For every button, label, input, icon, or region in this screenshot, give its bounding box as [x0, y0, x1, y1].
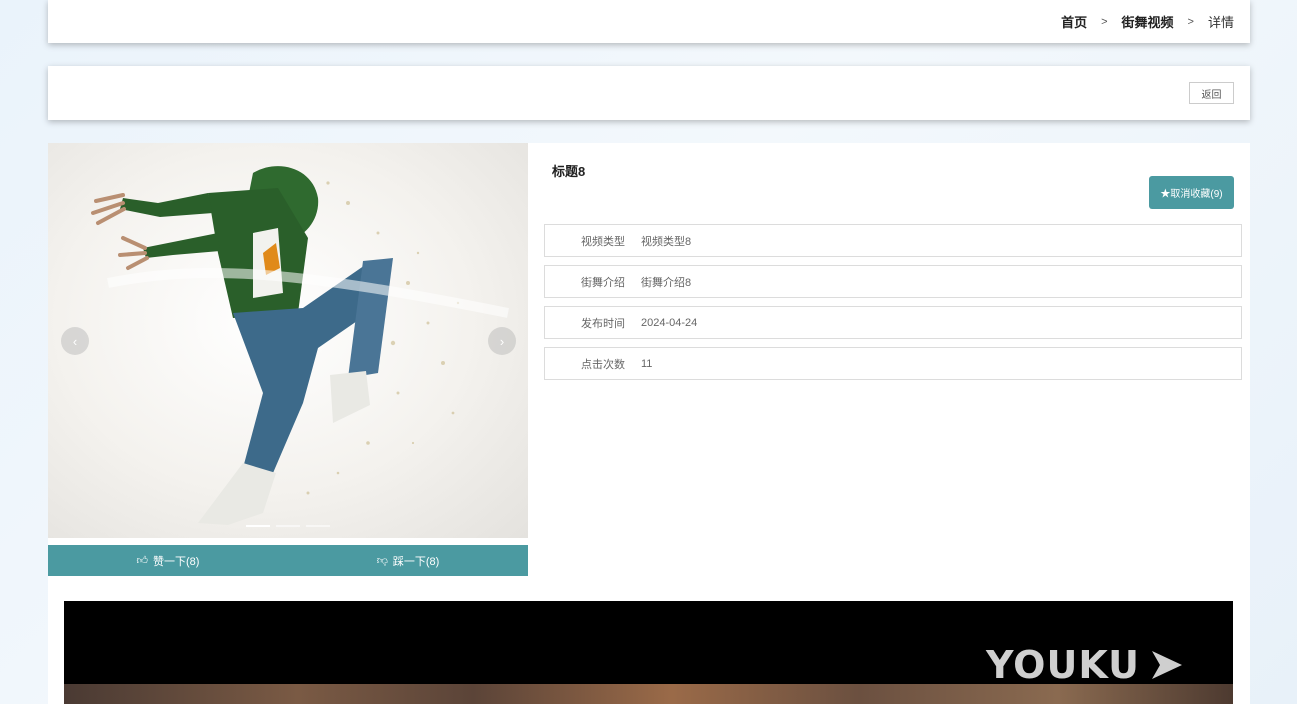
video-scene — [64, 684, 1233, 704]
info-row-clicks: 点击次数 11 — [544, 347, 1242, 380]
info-value: 视频类型8 — [641, 235, 692, 248]
carousel-next-button[interactable]: › — [488, 327, 516, 355]
info-label: 发布时间 — [581, 317, 625, 330]
thumbs-down-icon: 👎︎ — [376, 555, 388, 567]
info-label: 视频类型 — [581, 235, 625, 248]
action-bar: 返回 — [48, 66, 1250, 120]
carousel-prev-button[interactable]: ‹ — [61, 327, 89, 355]
video-panel: YOUKU — [48, 585, 1250, 704]
info-value: 11 — [641, 357, 653, 370]
youku-logo: YOUKU — [986, 643, 1186, 687]
video-title: 标题8 — [552, 164, 586, 179]
thumbs-up-icon: 👍︎ — [136, 555, 149, 567]
info-row-date: 发布时间 2024-04-24 — [544, 306, 1242, 339]
carousel-indicator[interactable] — [276, 525, 300, 527]
play-chevron-icon — [1151, 651, 1182, 679]
info-row-intro: 街舞介绍 街舞介绍8 — [544, 265, 1242, 298]
breadcrumb-current: 详情 — [1207, 15, 1234, 30]
breadcrumb-home[interactable]: 首页 — [1061, 12, 1087, 31]
like-label: 赞一下(8) — [153, 555, 200, 568]
info-label: 点击次数 — [581, 358, 625, 371]
back-button[interactable]: 返回 — [1189, 82, 1234, 104]
like-button[interactable]: 👍︎ 赞一下(8) — [48, 545, 288, 576]
breadcrumb-bar: 首页 > 街舞视频 > 详情 — [48, 0, 1250, 43]
vote-bar: 👍︎ 赞一下(8) 👎︎ 踩一下(8) — [48, 545, 528, 576]
dancer-image — [91, 166, 509, 525]
unfavorite-button[interactable]: ★取消收藏(9) — [1149, 176, 1234, 209]
breadcrumb-separator: > — [1101, 15, 1108, 28]
info-label: 街舞介绍 — [581, 276, 625, 289]
breadcrumb: 首页 > 街舞视频 > 详情 — [1061, 12, 1234, 31]
info-value: 2024-04-24 — [641, 316, 698, 329]
dislike-button[interactable]: 👎︎ 踩一下(8) — [288, 545, 528, 576]
breadcrumb-section[interactable]: 街舞视频 — [1122, 12, 1174, 31]
video-player[interactable]: YOUKU — [64, 601, 1233, 704]
carousel-indicator[interactable] — [306, 525, 330, 527]
video-info: 标题8 ★取消收藏(9) 视频类型 视频类型8 街舞介绍 街舞介绍8 发布时间 … — [544, 143, 1250, 585]
info-row-type: 视频类型 视频类型8 — [544, 224, 1242, 257]
breadcrumb-separator: > — [1187, 15, 1194, 28]
detail-panel: ‹ › 👍︎ 赞一下(8) 👎︎ 踩一下(8) 标题8 ★取消收藏(9) 视频类… — [48, 143, 1250, 585]
image-carousel[interactable]: ‹ › — [48, 143, 528, 538]
info-value: 街舞介绍8 — [641, 276, 692, 289]
dislike-label: 踩一下(8) — [392, 555, 440, 568]
youku-logo-text: YOUKU — [986, 643, 1140, 687]
carousel-indicator[interactable] — [246, 525, 270, 527]
carousel-indicators — [246, 525, 330, 527]
